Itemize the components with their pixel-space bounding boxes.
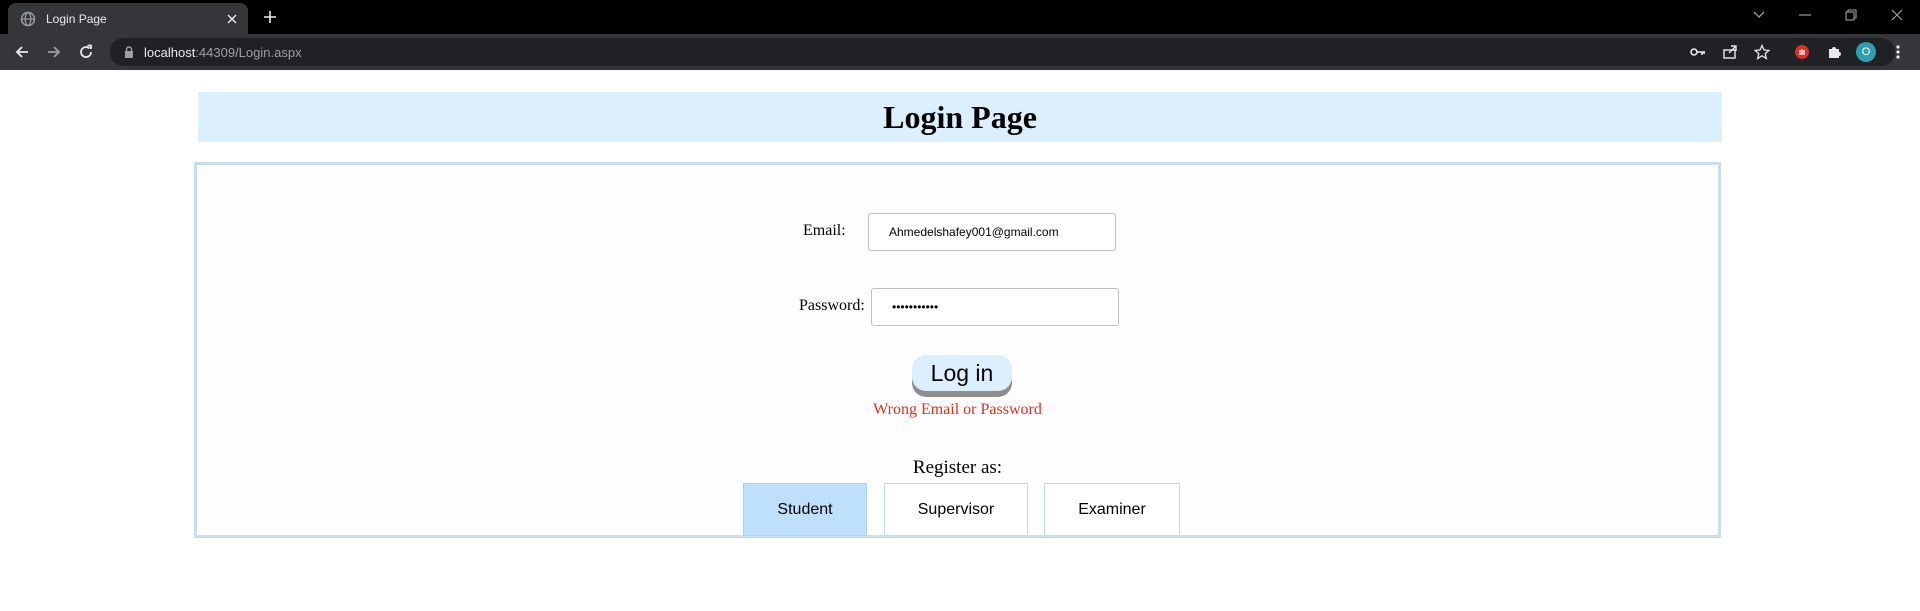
password-field[interactable]: [871, 288, 1119, 326]
tab-title: Login Page: [46, 11, 107, 26]
browser-tab[interactable]: Login Page: [8, 3, 248, 34]
restore-icon[interactable]: [1828, 0, 1874, 30]
puzzle-icon[interactable]: [1822, 40, 1846, 64]
close-window-icon[interactable]: [1874, 0, 1920, 30]
star-icon[interactable]: [1750, 40, 1774, 64]
minimize-icon[interactable]: [1782, 0, 1828, 30]
address-bar[interactable]: localhost :44309/Login.aspx: [110, 38, 1895, 66]
register-student-button[interactable]: Student: [743, 483, 867, 536]
avatar[interactable]: O: [1854, 40, 1878, 64]
key-icon[interactable]: [1686, 40, 1710, 64]
lock-icon[interactable]: [122, 45, 136, 59]
chevron-down-icon[interactable]: [1736, 0, 1782, 30]
tab-strip: Login Page: [0, 0, 1920, 34]
email-label: Email:: [803, 222, 846, 239]
browser-toolbar: localhost :44309/Login.aspx O: [0, 34, 1920, 70]
url-host: localhost: [144, 44, 196, 60]
back-arrow-icon[interactable]: [10, 40, 34, 64]
error-message: Wrong Email or Password: [873, 401, 1042, 418]
login-panel: Email: Password: Log in Wrong Email or P…: [194, 162, 1721, 538]
register-label: Register as:: [912, 457, 1003, 478]
close-icon[interactable]: [224, 11, 240, 27]
login-button[interactable]: Log in: [912, 355, 1012, 391]
window-controls: [1736, 0, 1920, 30]
password-label: Password:: [799, 297, 865, 314]
kebab-menu-icon[interactable]: [1886, 40, 1910, 64]
extension-icon[interactable]: [1790, 40, 1814, 64]
share-icon[interactable]: [1718, 40, 1742, 64]
url-path: :44309/Login.aspx: [195, 44, 302, 60]
reload-icon[interactable]: [74, 40, 98, 64]
register-examiner-button[interactable]: Examiner: [1044, 483, 1180, 536]
page-title: Login Page: [883, 98, 1037, 135]
plus-icon[interactable]: [260, 7, 280, 27]
email-field[interactable]: [868, 213, 1116, 251]
forward-arrow-icon[interactable]: [42, 40, 66, 64]
register-supervisor-button[interactable]: Supervisor: [884, 483, 1028, 536]
profile-initial: O: [1856, 42, 1876, 62]
globe-icon: [20, 11, 36, 27]
page-header: Login Page: [198, 92, 1722, 142]
